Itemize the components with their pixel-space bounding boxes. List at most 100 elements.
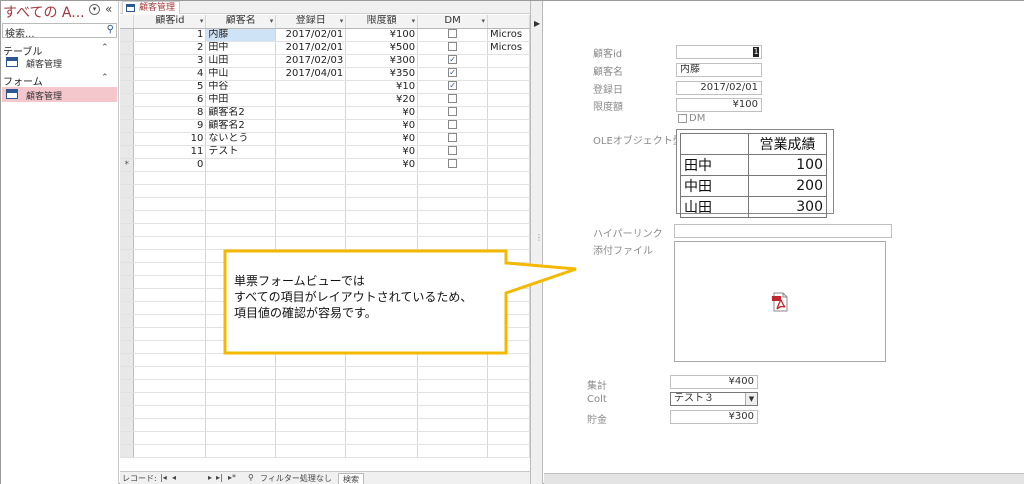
chevron-up-icon[interactable]: ⌃ xyxy=(101,43,109,53)
expand-arrow-icon[interactable]: ▶ xyxy=(534,19,540,28)
dm-checkbox[interactable] xyxy=(448,94,458,103)
cell-limit[interactable]: ¥100 xyxy=(345,28,419,42)
cell-name[interactable]: ないとう xyxy=(205,132,277,146)
cell-limit[interactable]: ¥300 xyxy=(345,54,419,68)
chevron-down-icon[interactable]: ▾ xyxy=(89,4,100,15)
filter-status[interactable]: フィルター処理なし xyxy=(260,473,332,484)
row-selector[interactable] xyxy=(120,145,135,159)
table-row[interactable]: 2 田中 2017/02/01 ¥500 Micros xyxy=(120,41,530,55)
cell-dm[interactable] xyxy=(417,158,488,172)
nav-group-forms[interactable]: フォーム xyxy=(3,73,43,88)
cell-dm[interactable] xyxy=(417,93,488,107)
cell-date[interactable] xyxy=(275,145,347,159)
column-header-date[interactable]: 登録日 ▾ xyxy=(275,15,347,29)
table-row[interactable]: 5 中谷 ¥10 ✓ xyxy=(120,80,530,94)
cell-date[interactable]: 2017/04/01 xyxy=(275,67,347,81)
cell-limit[interactable]: ¥20 xyxy=(345,93,419,107)
cell-limit[interactable]: ¥0 xyxy=(345,158,419,172)
cell-id[interactable]: 2 xyxy=(133,41,207,55)
cell-name[interactable]: 中山 xyxy=(205,67,277,81)
new-record-button[interactable]: ▸* xyxy=(228,473,236,482)
dm-checkbox[interactable] xyxy=(448,120,458,129)
cell-id[interactable]: 9 xyxy=(133,119,207,133)
field-savings[interactable]: ¥300 xyxy=(670,410,758,424)
row-selector[interactable] xyxy=(120,28,135,42)
cell-id[interactable]: 11 xyxy=(133,145,207,159)
table-row[interactable]: 3 山田 2017/02/03 ¥300 ✓ xyxy=(120,54,530,68)
field-total[interactable]: ¥400 xyxy=(670,375,758,389)
column-header-name[interactable]: 顧客名 ▾ xyxy=(205,15,277,29)
table-row[interactable]: 1 内藤 2017/02/01 ¥100 Micros xyxy=(120,28,530,42)
splitter-grip[interactable]: ⋮ xyxy=(535,233,543,242)
cell-limit[interactable]: ¥0 xyxy=(345,119,419,133)
nav-pane-title[interactable]: すべての A... xyxy=(3,2,85,22)
dm-checkbox[interactable] xyxy=(448,133,458,142)
table-row[interactable]: 11 テスト ¥0 xyxy=(120,145,530,159)
tab-customer-management[interactable]: 顧客管理 xyxy=(122,1,181,14)
first-record-button[interactable]: |◂ xyxy=(160,473,167,482)
dm-checkbox[interactable] xyxy=(448,146,458,155)
nav-search-input[interactable]: 検索... ⚲ xyxy=(2,23,117,40)
chevron-down-icon[interactable]: ▼ xyxy=(745,393,757,405)
cell-limit[interactable]: ¥350 xyxy=(345,67,419,81)
cell-id[interactable]: 10 xyxy=(133,132,207,146)
table-row[interactable]: 9 顧客名2 ¥0 xyxy=(120,119,530,133)
cell-limit[interactable]: ¥0 xyxy=(345,132,419,146)
cell-dm[interactable] xyxy=(417,28,488,42)
cell-limit[interactable]: ¥10 xyxy=(345,80,419,94)
search-icon[interactable]: ⚲ xyxy=(107,24,114,35)
row-selector[interactable] xyxy=(120,119,135,133)
cell-name[interactable]: テスト xyxy=(205,145,277,159)
column-header-limit[interactable]: 限度額 ▾ xyxy=(345,15,419,29)
row-selector[interactable] xyxy=(120,67,135,81)
cell-dm[interactable]: ✓ xyxy=(417,54,488,68)
pdf-file-icon[interactable] xyxy=(771,292,789,312)
prev-record-button[interactable]: ◂ xyxy=(172,473,176,482)
cell-date[interactable] xyxy=(275,119,347,133)
cell-name[interactable]: 田中 xyxy=(205,41,277,55)
table-row[interactable]: 8 顧客名2 ¥0 xyxy=(120,106,530,120)
cell-limit[interactable]: ¥0 xyxy=(345,106,419,120)
dm-checkbox[interactable]: ✓ xyxy=(448,55,458,64)
dm-checkbox[interactable] xyxy=(448,29,458,38)
cell-dm[interactable]: ✓ xyxy=(417,80,488,94)
split-form-splitter[interactable]: ▶ ⋮ xyxy=(530,1,543,484)
cell-name[interactable]: 中谷 xyxy=(205,80,277,94)
colt-combobox[interactable]: テスト３ ▼ xyxy=(670,392,758,406)
row-selector[interactable] xyxy=(120,93,135,107)
cell-date[interactable] xyxy=(275,80,347,94)
cell-id[interactable]: 1 xyxy=(133,28,207,42)
cell-date[interactable] xyxy=(275,106,347,120)
dm-checkbox[interactable] xyxy=(448,159,458,168)
table-row[interactable]: 6 中田 ¥20 xyxy=(120,93,530,107)
cell-id[interactable]: 0 xyxy=(133,158,207,172)
column-header-dm[interactable]: DM ▾ xyxy=(417,15,488,29)
dm-checkbox[interactable] xyxy=(448,42,458,51)
cell-date[interactable]: 2017/02/01 xyxy=(275,41,347,55)
dm-checkbox[interactable] xyxy=(448,107,458,116)
column-header-extra[interactable] xyxy=(487,15,530,29)
chevron-up-icon[interactable]: ⌃ xyxy=(101,73,109,83)
new-record-row[interactable]: * 0 ¥0 xyxy=(120,158,530,172)
row-selector[interactable] xyxy=(120,106,135,120)
cell-name[interactable]: 中田 xyxy=(205,93,277,107)
cell-date[interactable]: 2017/02/01 xyxy=(275,28,347,42)
row-selector[interactable] xyxy=(120,41,135,55)
cell-limit[interactable]: ¥500 xyxy=(345,41,419,55)
field-credit-limit[interactable]: ¥100 xyxy=(676,98,762,112)
cell-date[interactable] xyxy=(275,158,347,172)
cell-name[interactable]: 内藤 xyxy=(205,28,277,42)
next-record-button[interactable]: ▸ xyxy=(208,473,212,482)
field-registered-date[interactable]: 2017/02/01 xyxy=(676,81,762,95)
cell-date[interactable]: 2017/02/03 xyxy=(275,54,347,68)
cell-name[interactable] xyxy=(205,158,277,172)
row-selector[interactable] xyxy=(120,80,135,94)
cell-dm[interactable] xyxy=(417,132,488,146)
dm-checkbox[interactable] xyxy=(678,114,687,123)
table-row[interactable]: 10 ないとう ¥0 xyxy=(120,132,530,146)
cell-limit[interactable]: ¥0 xyxy=(345,145,419,159)
table-row[interactable]: 4 中山 2017/04/01 ¥350 ✓ xyxy=(120,67,530,81)
cell-id[interactable]: 4 xyxy=(133,67,207,81)
row-selector[interactable] xyxy=(120,54,135,68)
cell-dm[interactable]: ✓ xyxy=(417,67,488,81)
